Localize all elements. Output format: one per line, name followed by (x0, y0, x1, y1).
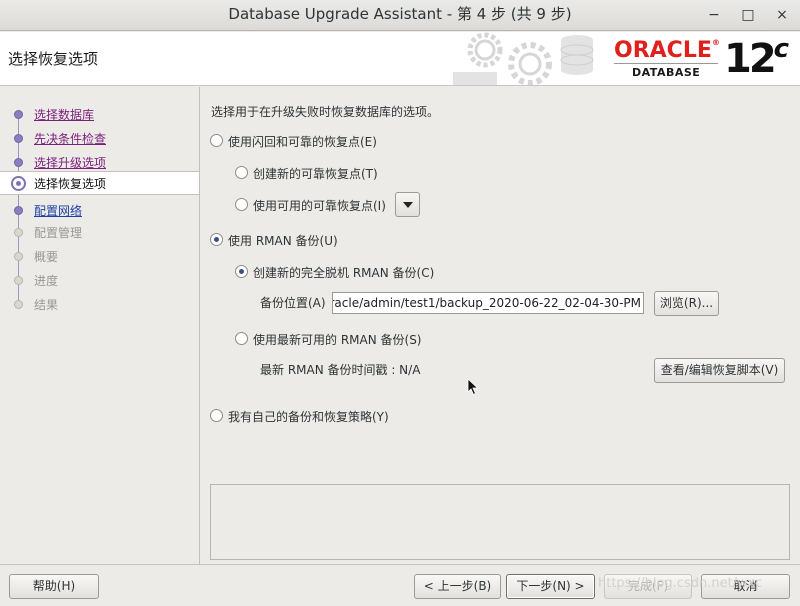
step-current-icon (11, 176, 26, 191)
step-label: 选择恢复选项 (34, 177, 107, 191)
maximize-icon[interactable]: □ (736, 0, 760, 30)
restore-point-dropdown[interactable] (395, 192, 420, 217)
radio-latest-rman-backup[interactable] (235, 332, 248, 345)
version-number: 12 (724, 36, 777, 82)
step-pending-icon (14, 252, 23, 261)
help-button[interactable]: 帮助(H) (9, 574, 99, 599)
logo-database-text: DATABASE (632, 66, 701, 79)
browse-button[interactable]: 浏览(R)... (654, 291, 719, 316)
step-label: 进度 (34, 274, 59, 288)
back-button[interactable]: < 上一步(B) (414, 574, 501, 599)
radio-new-restore-point-label[interactable]: 创建新的可靠恢复点(T) (253, 165, 378, 182)
backup-location-input[interactable]: /u01/app/oracle/admin/test1/backup_2020-… (332, 292, 644, 314)
gears-decoration-icon (453, 32, 594, 85)
radio-rman-backup[interactable] (210, 233, 223, 246)
step-pending-icon (14, 228, 23, 237)
radio-existing-restore-point-label[interactable]: 使用可用的可靠恢复点(I) (253, 197, 386, 214)
radio-new-rman-backup-label[interactable]: 创建新的完全脱机 RMAN 备份(C) (253, 264, 434, 281)
step-item-configure-management: 配置管理 (0, 221, 199, 243)
close-icon[interactable]: × (770, 0, 794, 30)
radio-latest-rman-backup-label[interactable]: 使用最新可用的 RMAN 备份(S) (253, 331, 422, 348)
step-label: 配置网络 (34, 204, 83, 218)
step-item-progress: 进度 (0, 269, 199, 291)
view-edit-script-button[interactable]: 查看/编辑恢复脚本(V) (654, 358, 785, 383)
step-done-icon (14, 158, 23, 167)
backup-location-value: /u01/app/oracle/admin/test1/backup_2020-… (333, 296, 641, 310)
footer-bar: 帮助(H) < 上一步(B) 下一步(N) > 完成(F) 取消 https:/… (0, 564, 800, 606)
version-badge: 12c (724, 34, 790, 82)
mouse-cursor-icon (467, 378, 479, 396)
minimize-icon[interactable]: − (702, 0, 726, 30)
step-next-icon (14, 206, 23, 215)
header-banner: 选择恢复选项 ORACLE® DATABASE 12c (0, 32, 800, 86)
step-pending-icon (14, 276, 23, 285)
version-suffix: c (773, 34, 790, 64)
step-item-summary: 概要 (0, 245, 199, 267)
logo-reg-mark: ® (711, 38, 720, 47)
step-item-select-database[interactable]: 选择数据库 (0, 103, 199, 125)
step-item-prereq-checks[interactable]: 先决条件检查 (0, 127, 199, 149)
radio-own-strategy[interactable] (210, 409, 223, 422)
watermark-text: https://blog.csdn.net/wxc (598, 576, 763, 591)
logo-divider (614, 63, 718, 64)
step-done-icon (14, 134, 23, 143)
step-label: 选择升级选项 (34, 156, 107, 170)
step-item-recovery-options[interactable]: 选择恢复选项 (0, 171, 199, 195)
intro-text: 选择用于在升级失败时恢复数据库的选项。 (211, 105, 440, 119)
radio-new-rman-backup[interactable] (235, 265, 248, 278)
next-button[interactable]: 下一步(N) > (506, 574, 595, 599)
step-item-configure-network[interactable]: 配置网络 (0, 199, 199, 221)
step-label: 结果 (34, 298, 59, 312)
page-title: 选择恢复选项 (8, 50, 99, 68)
window-titlebar: Database Upgrade Assistant - 第 4 步 (共 9 … (0, 0, 800, 31)
step-label: 选择数据库 (34, 108, 95, 122)
radio-existing-restore-point[interactable] (235, 198, 248, 211)
step-pending-icon (14, 300, 23, 309)
logo-oracle-text: ORACLE (614, 38, 712, 63)
step-label: 配置管理 (34, 226, 83, 240)
backup-location-label: 备份位置(A) (260, 296, 326, 310)
step-label: 先决条件检查 (34, 132, 107, 146)
steps-sidebar: 选择数据库 先决条件检查 选择升级选项 选择恢复选项 配置网络 配置管理 概要 … (0, 87, 200, 564)
step-label: 概要 (34, 250, 59, 264)
radio-flashback-label[interactable]: 使用闪回和可靠的恢复点(E) (228, 133, 377, 150)
radio-flashback[interactable] (210, 134, 223, 147)
step-item-upgrade-options[interactable]: 选择升级选项 (0, 151, 199, 173)
step-item-results: 结果 (0, 293, 199, 315)
radio-new-restore-point[interactable] (235, 166, 248, 179)
latest-rman-timestamp: 最新 RMAN 备份时间戳 : N/A (260, 363, 421, 377)
main-panel: 选择用于在升级失败时恢复数据库的选项。 使用闪回和可靠的恢复点(E) 创建新的可… (201, 87, 800, 564)
radio-rman-backup-label[interactable]: 使用 RMAN 备份(U) (228, 232, 338, 249)
oracle-logo: ORACLE® DATABASE (612, 38, 722, 82)
message-area (210, 484, 790, 560)
step-done-icon (14, 110, 23, 119)
radio-own-strategy-label[interactable]: 我有自己的备份和恢复策略(Y) (228, 408, 389, 425)
window-title: Database Upgrade Assistant - 第 4 步 (共 9 … (228, 5, 572, 23)
